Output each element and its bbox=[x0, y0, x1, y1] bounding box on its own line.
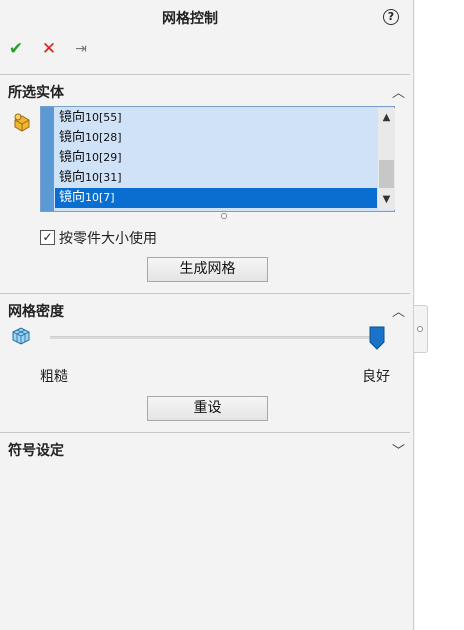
section-selected-entities[interactable]: 所选实体 ︿ bbox=[0, 78, 410, 104]
section-symbol-settings[interactable]: 符号设定 ﹀ bbox=[0, 436, 410, 462]
item-prefix: 镜向 bbox=[59, 110, 86, 125]
scroll-down-icon[interactable]: ▼ bbox=[378, 192, 395, 208]
selected-entities-listbox[interactable]: 镜向10[55] 镜向10[28] 镜向10[29] 镜向10[31] 镜向10… bbox=[40, 106, 395, 212]
help-icon[interactable]: ? bbox=[383, 9, 399, 25]
mesh-density-slider-thumb[interactable] bbox=[369, 326, 385, 350]
coarse-label: 粗糙 bbox=[40, 369, 68, 385]
action-row: ✔ ✕ ⇥ bbox=[0, 38, 414, 62]
list-item-selected[interactable]: 镜向10[7] bbox=[55, 188, 377, 208]
item-prefix: 镜向 bbox=[59, 130, 86, 145]
collapse-handle-icon bbox=[417, 326, 423, 332]
mesh-density-icon bbox=[12, 327, 30, 345]
listbox-scrollbar[interactable]: ▲ ▼ bbox=[378, 108, 395, 210]
item-number: 10[28] bbox=[85, 131, 122, 144]
use-part-size-checkbox[interactable]: ✓ bbox=[40, 230, 55, 245]
reset-button[interactable]: 重设 bbox=[147, 396, 268, 421]
listbox-focus-strip bbox=[41, 107, 54, 211]
list-item[interactable]: 镜向10[55] bbox=[55, 108, 377, 128]
scroll-up-icon[interactable]: ▲ bbox=[378, 110, 395, 126]
section-mesh-density[interactable]: 网格密度 ︿ bbox=[0, 297, 410, 323]
divider bbox=[0, 74, 410, 75]
divider bbox=[0, 293, 410, 294]
listbox-resize-handle[interactable] bbox=[221, 213, 227, 219]
section-title-symbol-settings: 符号设定 bbox=[8, 443, 64, 459]
create-mesh-button[interactable]: 生成网格 bbox=[147, 257, 268, 282]
pushpin-icon[interactable]: ⇥ bbox=[70, 38, 92, 60]
item-number: 10[7] bbox=[85, 191, 115, 204]
divider bbox=[0, 432, 410, 433]
panel-title: 网格控制 bbox=[162, 11, 218, 27]
entity-list: 镜向10[55] 镜向10[28] 镜向10[29] 镜向10[31] 镜向10… bbox=[55, 108, 377, 208]
chevron-down-icon[interactable]: ﹀ bbox=[392, 440, 405, 459]
chevron-up-icon[interactable]: ︿ bbox=[392, 82, 405, 101]
scroll-thumb[interactable] bbox=[379, 160, 394, 188]
item-prefix: 镜向 bbox=[59, 190, 86, 205]
section-title-selected-entities: 所选实体 bbox=[8, 85, 64, 101]
property-panel: 网格控制 ? ✔ ✕ ⇥ 所选实体 ︿ 镜向10[55] 镜向10[28] 镜向… bbox=[0, 0, 414, 630]
section-title-mesh-density: 网格密度 bbox=[8, 304, 64, 320]
list-item[interactable]: 镜向10[29] bbox=[55, 148, 377, 168]
cancel-x-icon[interactable]: ✕ bbox=[38, 38, 60, 60]
fine-label: 良好 bbox=[362, 369, 390, 385]
ok-checkmark-icon[interactable]: ✔ bbox=[5, 38, 27, 60]
use-part-size-label: 按零件大小使用 bbox=[59, 231, 157, 247]
item-number: 10[55] bbox=[85, 111, 122, 124]
item-prefix: 镜向 bbox=[59, 170, 86, 185]
item-number: 10[29] bbox=[85, 151, 122, 164]
chevron-up-icon[interactable]: ︿ bbox=[392, 301, 405, 320]
list-item[interactable]: 镜向10[31] bbox=[55, 168, 377, 188]
panel-collapse-tab[interactable] bbox=[414, 305, 428, 353]
title-bar: 网格控制 ? bbox=[0, 0, 414, 34]
list-item[interactable]: 镜向10[28] bbox=[55, 128, 377, 148]
mesh-density-slider-track[interactable] bbox=[50, 336, 380, 339]
entity-selection-icon bbox=[14, 113, 30, 132]
item-number: 10[31] bbox=[85, 171, 122, 184]
item-prefix: 镜向 bbox=[59, 150, 86, 165]
